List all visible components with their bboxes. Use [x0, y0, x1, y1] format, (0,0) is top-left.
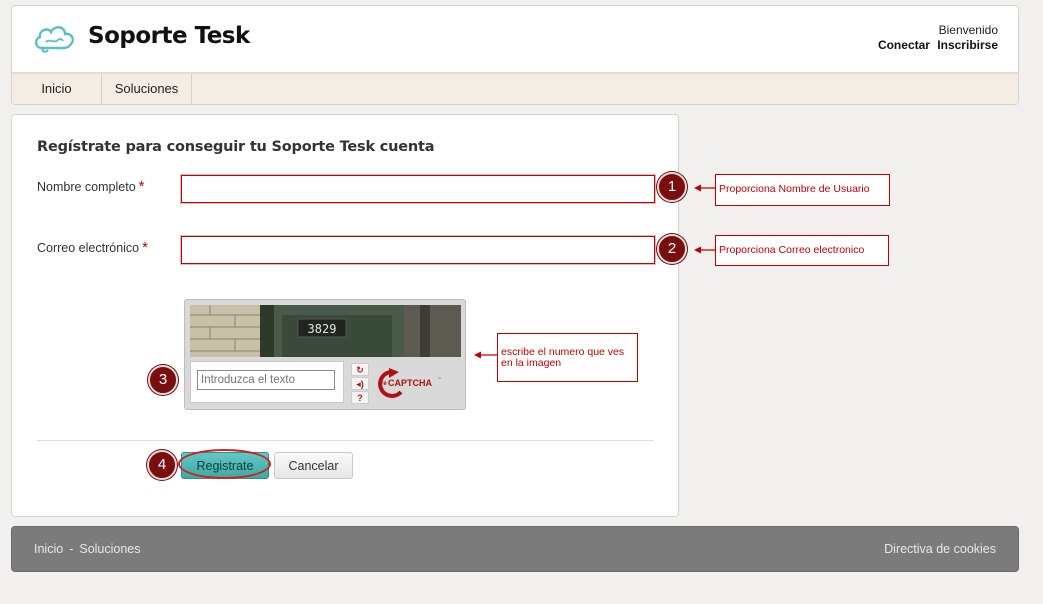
recaptcha-logo-text: CAPTCHA [388, 378, 432, 388]
footer-link-inicio[interactable]: Inicio [34, 542, 63, 556]
annotation-note-email: Proporciona Correo electronico [715, 235, 889, 266]
nav-item-soluciones[interactable]: Soluciones [102, 74, 192, 104]
full-name-label-text: Nombre completo [37, 180, 136, 194]
annotation-badge-4: 4 [147, 450, 177, 480]
recaptcha-widget: 3829 ↻ ◂) ? re CAPTCHA ™ [184, 299, 466, 410]
cancel-button[interactable]: Cancelar [274, 452, 353, 479]
main-nav: Inicio Soluciones [12, 72, 1018, 104]
required-mark: * [138, 178, 145, 195]
footer-link-soluciones[interactable]: Soluciones [79, 542, 140, 556]
annotation-badge-3: 3 [148, 365, 178, 395]
email-label: Correo electrónico * [37, 239, 148, 256]
annotation-badge-2: 2 [657, 234, 687, 264]
login-link[interactable]: Conectar [878, 38, 930, 52]
captcha-photo: 3829 [190, 305, 461, 357]
cookie-policy-link[interactable]: Directiva de cookies [884, 542, 996, 556]
cloud-logo-icon[interactable] [32, 22, 76, 54]
help-icon[interactable]: ? [351, 391, 369, 404]
audio-icon[interactable]: ◂) [351, 377, 369, 390]
full-name-label: Nombre completo * [37, 178, 145, 195]
signup-link[interactable]: Inscribirse [937, 38, 998, 52]
page-title: Regístrate para conseguir tu Soporte Tes… [37, 139, 435, 155]
recaptcha-logo-small-text: re [381, 381, 387, 387]
captcha-image-text: 3829 [308, 322, 337, 336]
site-header: Soporte Tesk Bienvenido Conectar Inscrib… [11, 5, 1019, 105]
register-button[interactable]: Registrate [181, 452, 269, 479]
annotation-badge-1: 1 [657, 172, 687, 202]
annotation-arrow-3 [474, 351, 498, 359]
full-name-input[interactable] [180, 174, 656, 204]
email-input[interactable] [180, 235, 656, 265]
refresh-icon[interactable]: ↻ [351, 363, 369, 376]
annotation-note-captcha: escribe el numero que ves en la imagen [497, 333, 638, 382]
captcha-image: 3829 [190, 305, 461, 357]
nav-item-inicio[interactable]: Inicio [12, 74, 102, 104]
welcome-text: Bienvenido [938, 23, 998, 37]
brand-name[interactable]: Soporte Tesk [88, 23, 250, 49]
required-mark: * [142, 239, 148, 256]
email-label-text: Correo electrónico [37, 241, 140, 255]
registration-panel: Regístrate para conseguir tu Soporte Tes… [11, 114, 679, 517]
annotation-arrow-2 [694, 246, 716, 254]
form-divider [37, 440, 654, 441]
annotation-note-name: Proporciona Nombre de Usuario [715, 174, 890, 206]
footer-links: Inicio - Soluciones [34, 542, 141, 556]
captcha-input-box [190, 361, 344, 403]
recaptcha-tm: ™ [437, 376, 441, 381]
auth-links: Conectar Inscribirse [874, 38, 998, 52]
recaptcha-logo: re CAPTCHA ™ [378, 368, 441, 398]
footer-separator: - [69, 542, 74, 556]
captcha-input[interactable] [197, 370, 335, 390]
site-footer: Inicio - Soluciones Directiva de cookies [11, 526, 1019, 572]
annotation-arrow-1 [694, 184, 716, 192]
